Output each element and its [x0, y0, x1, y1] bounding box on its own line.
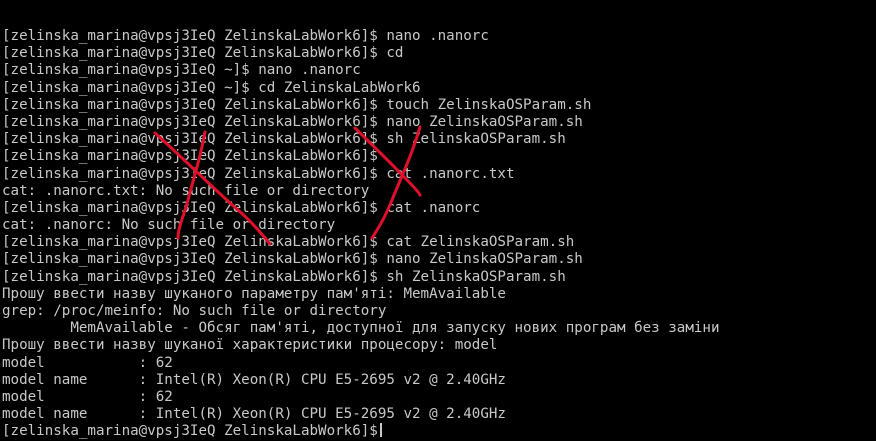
terminal-line: model : 62 — [2, 388, 173, 405]
terminal-line: [zelinska_marina@vpsj3IeQ ZelinskaLabWor… — [2, 113, 583, 130]
terminal-line: [zelinska_marina@vpsj3IeQ ZelinskaLabWor… — [2, 96, 592, 113]
terminal-line: [zelinska_marina@vpsj3IeQ ZelinskaLabWor… — [2, 131, 566, 148]
text-cursor — [379, 423, 382, 438]
terminal-window[interactable]: [zelinska_marina@vpsj3IeQ ZelinskaLabWor… — [0, 0, 876, 440]
terminal-line: MemAvailable - Обсяг пам'яті, доступної … — [2, 320, 720, 337]
terminal-line: cat: .nanorc: No such file or directory — [2, 217, 336, 234]
terminal-line: model name : Intel(R) Xeon(R) CPU E5-269… — [2, 406, 506, 423]
terminal-line: model : 62 — [2, 354, 173, 371]
terminal-prompt: [zelinska_marina@vpsj3IeQ ZelinskaLabWor… — [2, 423, 378, 440]
terminal-line: [zelinska_marina@vpsj3IeQ ~]$ cd Zelinsk… — [2, 79, 421, 96]
terminal-line: [zelinska_marina@vpsj3IeQ ~]$ nano .nano… — [2, 62, 361, 79]
terminal-line: [zelinska_marina@vpsj3IeQ ZelinskaLabWor… — [2, 199, 481, 216]
terminal-prompt-line[interactable]: [zelinska_marina@vpsj3IeQ ZelinskaLabWor… — [2, 423, 874, 440]
terminal-line: [zelinska_marina@vpsj3IeQ ZelinskaLabWor… — [2, 165, 515, 182]
terminal-line: model name : Intel(R) Xeon(R) CPU E5-269… — [2, 371, 506, 388]
terminal-line: cat: .nanorc.txt: No such file or direct… — [2, 182, 370, 199]
terminal-output: [zelinska_marina@vpsj3IeQ ZelinskaLabWor… — [2, 28, 874, 441]
terminal-line: Прошу ввести назву шуканої характеристик… — [2, 337, 498, 354]
terminal-line: [zelinska_marina@vpsj3IeQ ZelinskaLabWor… — [2, 268, 566, 285]
terminal-line: grep: /proc/meinfo: No such file or dire… — [2, 303, 387, 319]
terminal-line: [zelinska_marina@vpsj3IeQ ZelinskaLabWor… — [2, 45, 404, 62]
terminal-line: [zelinska_marina@vpsj3IeQ ZelinskaLabWor… — [2, 148, 378, 165]
terminal-line: Прошу ввести назву шуканого параметру па… — [2, 285, 506, 302]
terminal-line: [zelinska_marina@vpsj3IeQ ZelinskaLabWor… — [2, 28, 489, 44]
terminal-line: [zelinska_marina@vpsj3IeQ ZelinskaLabWor… — [2, 234, 575, 251]
terminal-line: [zelinska_marina@vpsj3IeQ ZelinskaLabWor… — [2, 251, 583, 268]
